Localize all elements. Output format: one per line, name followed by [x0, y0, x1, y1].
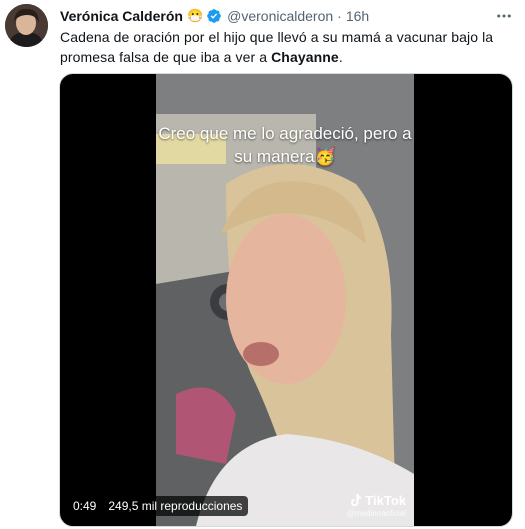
timestamp[interactable]: 16h — [346, 8, 369, 24]
tiktok-brand-label: TikTok — [365, 493, 406, 508]
tweet-text: Cadena de oración por el hijo que llevó … — [60, 27, 510, 67]
tweet-text-end: . — [338, 49, 343, 65]
video-stats: 0:49 249,5 mil reproducciones — [67, 496, 249, 516]
video-duration: 0:49 — [73, 499, 97, 513]
verified-badge-icon — [206, 8, 222, 24]
avatar[interactable] — [5, 4, 48, 47]
tiktok-brand: TikTok — [347, 493, 406, 508]
video-player[interactable]: Creo que me lo agradeció, pero a su mane… — [59, 73, 513, 527]
avatar-image — [5, 4, 48, 47]
tweet-text-bold[interactable]: Chayanne — [271, 49, 339, 65]
tweet-header: Verónica Calderón 😷 @veronicalderon · 16… — [60, 6, 515, 26]
video-frame[interactable]: Creo que me lo agradeció, pero a su mane… — [156, 74, 414, 526]
author-emoji: 😷 — [186, 8, 204, 23]
video-views: 249,5 mil reproducciones — [108, 499, 243, 513]
tiktok-icon — [351, 494, 362, 507]
author-name[interactable]: Verónica Calderón — [60, 8, 183, 24]
more-icon[interactable] — [493, 6, 515, 26]
author-handle[interactable]: @veronicalderon — [227, 8, 333, 24]
separator-dot: · — [337, 8, 342, 24]
video-caption: Creo que me lo agradeció, pero a su mane… — [158, 124, 412, 166]
tiktok-handle: @medinnaoficial — [346, 509, 406, 518]
tiktok-watermark: TikTok @medinnaoficial — [347, 493, 406, 518]
